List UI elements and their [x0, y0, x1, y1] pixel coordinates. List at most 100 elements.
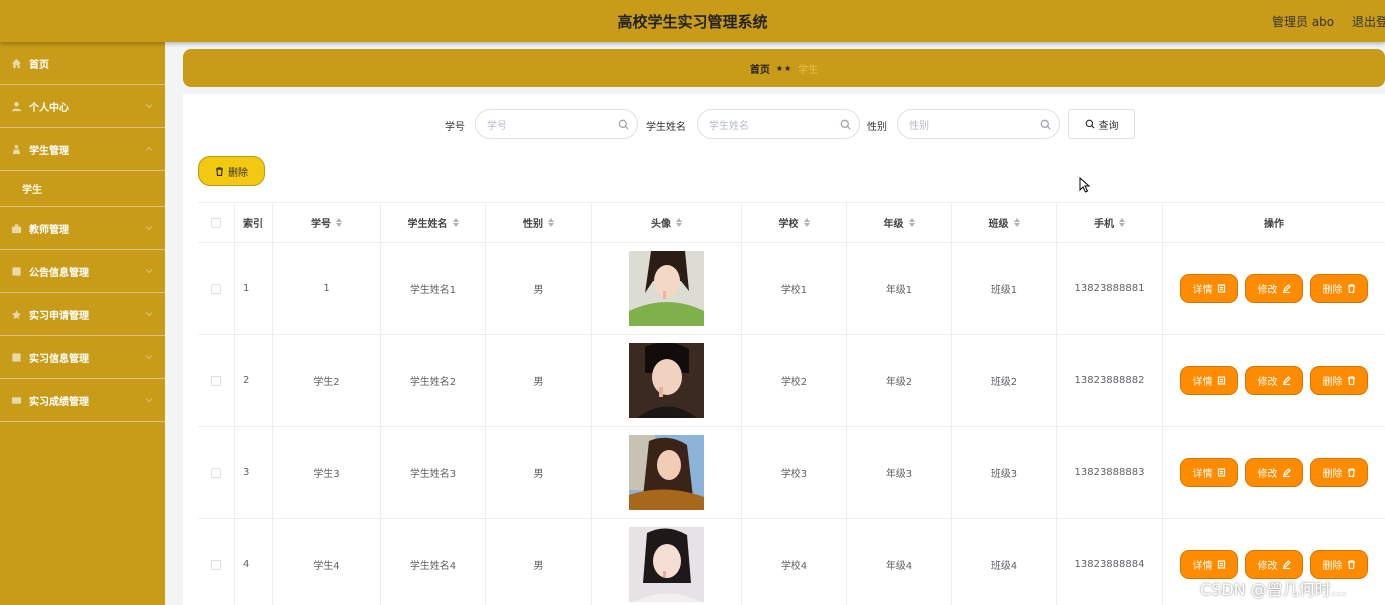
col-class[interactable]: 班级	[952, 203, 1057, 242]
student-id-input[interactable]: 学号	[475, 109, 638, 139]
sort-icon	[452, 218, 459, 227]
sidebar-item-label: 公告信息管理	[29, 267, 89, 279]
index-cell: 3	[235, 427, 273, 518]
breadcrumb-separator: ★★	[775, 63, 793, 73]
sort-icon	[548, 218, 554, 227]
pencil-icon	[1282, 284, 1291, 293]
row-checkbox[interactable]	[211, 467, 221, 478]
detail-button[interactable]: 详情	[1180, 366, 1238, 395]
pencil-icon	[1282, 468, 1291, 477]
table-row: 1 1 学生姓名1 男 学校1 年级1 班级1 13823888881 详情 修…	[198, 243, 1385, 335]
chevron-down-icon	[145, 353, 153, 361]
students-icon	[10, 143, 22, 155]
document-icon	[1217, 560, 1225, 569]
breadcrumb-home[interactable]: 首页	[750, 61, 770, 76]
col-phone[interactable]: 手机	[1057, 203, 1163, 242]
edit-button[interactable]: 修改	[1245, 366, 1303, 395]
sort-icon	[803, 218, 810, 227]
col-gender[interactable]: 性别	[486, 203, 592, 242]
select-all-checkbox[interactable]	[211, 217, 221, 228]
search-icon	[618, 119, 629, 130]
avatar	[629, 435, 704, 510]
sidebar-item-label: 实习成绩管理	[29, 396, 89, 408]
chevron-down-icon	[145, 267, 153, 275]
trash-icon	[1347, 560, 1355, 569]
document-icon	[1217, 468, 1225, 477]
students-table: 索引 学号 学生姓名 性别 头像 学校 年级 班级 手机 操作 1 1 学生姓名…	[198, 202, 1385, 605]
edit-button[interactable]: 修改	[1245, 550, 1303, 579]
document-icon	[1217, 376, 1225, 385]
sidebar-item-student[interactable]: 学生	[0, 171, 165, 207]
index-cell: 1	[235, 243, 273, 334]
logout-link[interactable]: 退出登	[1352, 13, 1385, 30]
info-icon	[10, 351, 22, 363]
detail-button[interactable]: 详情	[1180, 458, 1238, 487]
name-cell: 学生姓名1	[381, 243, 486, 334]
col-grade[interactable]: 年级	[847, 203, 952, 242]
breadcrumb: 首页 ★★ 学生	[183, 49, 1385, 87]
sidebar-item-internship-application[interactable]: 实习申请管理	[0, 293, 165, 336]
row-checkbox[interactable]	[211, 283, 221, 294]
sidebar-item-profile[interactable]: 个人中心	[0, 85, 165, 128]
grade-cell: 年级4	[847, 519, 952, 605]
detail-button[interactable]: 详情	[1180, 550, 1238, 579]
col-name[interactable]: 学生姓名	[381, 203, 486, 242]
col-student-id[interactable]: 学号	[273, 203, 381, 242]
row-checkbox[interactable]	[211, 559, 221, 570]
name-input[interactable]: 学生姓名	[697, 109, 860, 139]
sidebar-item-internship-info[interactable]: 实习信息管理	[0, 336, 165, 379]
actions-cell: 详情 修改 删除	[1163, 335, 1385, 426]
edit-button[interactable]: 修改	[1245, 458, 1303, 487]
avatar	[629, 251, 704, 326]
delete-button[interactable]: 删除	[1310, 274, 1368, 303]
chevron-down-icon	[145, 310, 153, 318]
batch-delete-button[interactable]: 删除	[198, 156, 265, 186]
edit-button[interactable]: 修改	[1245, 274, 1303, 303]
delete-button[interactable]: 删除	[1310, 458, 1368, 487]
sidebar-item-teacher-management[interactable]: 教师管理	[0, 207, 165, 250]
sidebar-item-home[interactable]: 首页	[0, 42, 165, 85]
gender-cell: 男	[486, 427, 592, 518]
mouse-cursor-icon	[1079, 176, 1091, 193]
sidebar-item-label: 实习申请管理	[29, 310, 89, 322]
breadcrumb-current: 学生	[798, 64, 819, 76]
sort-icon	[336, 218, 342, 227]
sidebar-item-label: 学生	[22, 185, 42, 196]
sort-icon	[1013, 218, 1020, 227]
table-header: 索引 学号 学生姓名 性别 头像 学校 年级 班级 手机 操作	[198, 203, 1385, 243]
search-icon	[840, 119, 851, 130]
watermark: CSDN @曾几何时…	[1200, 580, 1347, 599]
trash-icon	[1347, 376, 1355, 385]
class-cell: 班级2	[952, 335, 1057, 426]
sidebar: 首页 个人中心 学生管理 学生 教师管理 公告信息管理 实习申请管理 实习信息管…	[0, 42, 165, 605]
gender-input[interactable]: 性别	[897, 109, 1060, 139]
sidebar-item-notice-management[interactable]: 公告信息管理	[0, 250, 165, 293]
search-icon	[1040, 119, 1051, 130]
sidebar-item-student-management[interactable]: 学生管理	[0, 128, 165, 171]
school-cell: 学校4	[742, 519, 847, 605]
table-row: 3 学生3 学生姓名3 男 学校3 年级3 班级3 13823888883 详情…	[198, 427, 1385, 519]
home-icon	[10, 57, 22, 69]
delete-button[interactable]: 删除	[1310, 550, 1368, 579]
gender-cell: 男	[486, 519, 592, 605]
class-cell: 班级1	[952, 243, 1057, 334]
phone-cell: 13823888882	[1057, 335, 1163, 426]
sort-icon	[676, 218, 682, 227]
student-id-label: 学号	[445, 122, 465, 133]
chevron-down-icon	[145, 396, 153, 404]
detail-button[interactable]: 详情	[1180, 274, 1238, 303]
query-button[interactable]: 查询	[1068, 109, 1135, 139]
col-school[interactable]: 学校	[742, 203, 847, 242]
gender-label: 性别	[867, 122, 887, 133]
avatar	[629, 527, 704, 602]
sidebar-item-label: 学生管理	[29, 145, 69, 157]
name-cell: 学生姓名4	[381, 519, 486, 605]
row-checkbox[interactable]	[211, 375, 221, 386]
delete-button[interactable]: 删除	[1310, 366, 1368, 395]
index-cell: 4	[235, 519, 273, 605]
student-id-cell: 学生2	[273, 335, 381, 426]
phone-cell: 13823888881	[1057, 243, 1163, 334]
sidebar-item-internship-grade[interactable]: 实习成绩管理	[0, 379, 165, 422]
col-avatar[interactable]: 头像	[592, 203, 742, 242]
search-form: 学号 学号 学生姓名 学生姓名 性别 性别 查询	[183, 109, 1385, 139]
